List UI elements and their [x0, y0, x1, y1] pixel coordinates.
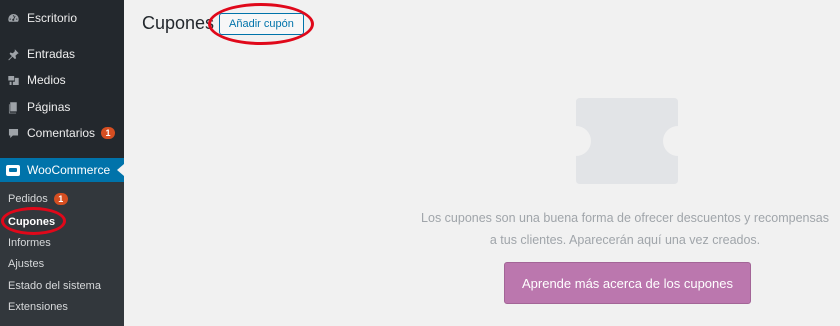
- submenu-item-cupones[interactable]: Cupones: [8, 213, 55, 231]
- page-title: Cupones: [142, 13, 215, 33]
- submenu-item-extensiones[interactable]: Extensiones: [8, 298, 68, 316]
- sidebar-item-label: WooCommerce: [27, 163, 111, 177]
- sidebar-item-comentarios[interactable]: Comentarios 1: [0, 123, 124, 143]
- pages-icon: [6, 100, 20, 114]
- add-coupon-button[interactable]: Añadir cupón: [219, 13, 304, 35]
- sidebar-item-label: Medios: [27, 73, 66, 87]
- comments-count-badge: 1: [101, 127, 116, 139]
- submenu-item-pedidos[interactable]: Pedidos 1: [8, 190, 68, 208]
- coupon-ticket-icon: [576, 98, 678, 184]
- submenu-item-label: Estado del sistema: [8, 280, 101, 292]
- admin-sidebar: Escritorio Entradas Medios Páginas Comen…: [0, 0, 124, 326]
- sidebar-item-escritorio[interactable]: Escritorio: [0, 8, 124, 28]
- sidebar-item-label: Páginas: [27, 100, 71, 114]
- sidebar-item-label: Comentarios: [27, 126, 96, 140]
- dashboard-icon: [6, 11, 20, 25]
- current-menu-arrow: [117, 164, 124, 176]
- submenu-item-label: Pedidos: [8, 193, 48, 205]
- submenu-item-label: Cupones: [8, 216, 56, 228]
- woocommerce-icon: [6, 164, 20, 176]
- sidebar-item-label: Entradas: [27, 47, 76, 61]
- sidebar-item-medios[interactable]: Medios: [0, 70, 124, 90]
- submenu-item-label: Extensiones: [8, 301, 68, 313]
- submenu-item-informes[interactable]: Informes: [8, 234, 51, 252]
- sidebar-item-entradas[interactable]: Entradas: [0, 44, 124, 64]
- sidebar-item-paginas[interactable]: Páginas: [0, 97, 124, 117]
- submenu-item-estado-del-sistema[interactable]: Estado del sistema: [8, 277, 101, 295]
- woocommerce-submenu: Pedidos 1 Cupones Informes Ajustes Estad…: [0, 182, 124, 326]
- media-icon: [6, 73, 20, 87]
- learn-more-coupons-button[interactable]: Aprende más acerca de los cupones: [504, 262, 751, 304]
- pushpin-icon: [6, 47, 20, 61]
- comment-icon: [6, 126, 20, 140]
- sidebar-item-label: Escritorio: [27, 11, 78, 25]
- empty-state-message: Los cupones son una buena forma de ofrec…: [421, 211, 829, 247]
- orders-count-badge: 1: [53, 193, 68, 205]
- sidebar-item-woocommerce[interactable]: WooCommerce: [0, 158, 124, 182]
- submenu-item-label: Informes: [8, 237, 51, 249]
- submenu-item-label: Ajustes: [8, 258, 45, 270]
- submenu-item-ajustes[interactable]: Ajustes: [8, 255, 44, 273]
